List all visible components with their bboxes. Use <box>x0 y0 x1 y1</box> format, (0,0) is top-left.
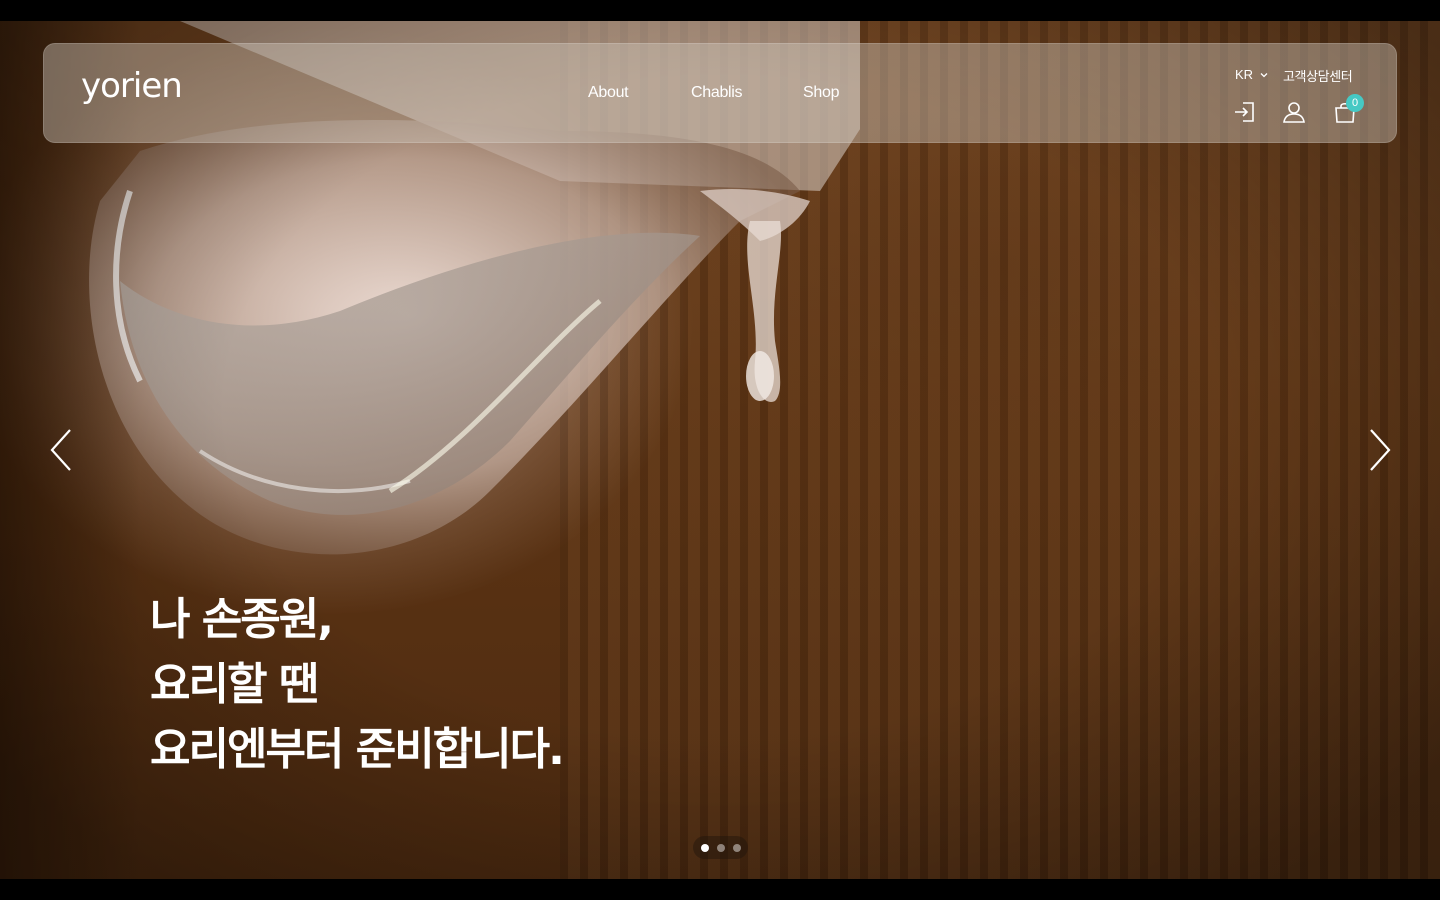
login-icon[interactable] <box>1232 99 1258 125</box>
nav-chablis[interactable]: Chablis <box>691 84 743 102</box>
pagination-dot-2[interactable] <box>716 843 725 852</box>
nav-shop[interactable]: Shop <box>803 84 839 102</box>
hero-slider: yorien About Chablis Shop KR 고객상담센터 0 나 … <box>0 21 1440 879</box>
chevron-down-icon <box>1260 72 1268 77</box>
cart-count-badge: 0 <box>1346 94 1364 112</box>
yorien-logo[interactable]: yorien <box>81 69 201 111</box>
customer-support-link[interactable]: 고객상담센터 <box>1283 66 1353 85</box>
pagination-dot-1[interactable] <box>700 843 709 852</box>
chevron-right-icon[interactable] <box>1365 426 1395 474</box>
nav-about[interactable]: About <box>588 84 629 102</box>
hero-headline-line-2: 요리할 땐 <box>150 659 319 710</box>
user-icon[interactable] <box>1281 99 1307 125</box>
pagination-dot-3[interactable] <box>732 843 741 852</box>
hero-headline-line-3: 요리엔부터 준비합니다. <box>150 724 565 775</box>
slider-pagination <box>693 836 748 859</box>
hero-headline: 나 손종원, 요리할 땐 요리엔부터 준비합니다. <box>150 587 565 782</box>
language-label: KR <box>1235 67 1254 82</box>
hero-headline-line-1: 나 손종원, <box>150 594 334 645</box>
site-header: yorien About Chablis Shop KR 고객상담센터 0 <box>43 43 1397 143</box>
svg-text:yorien: yorien <box>81 69 182 106</box>
language-selector[interactable]: KR <box>1235 67 1269 82</box>
chevron-left-icon[interactable] <box>46 426 76 474</box>
